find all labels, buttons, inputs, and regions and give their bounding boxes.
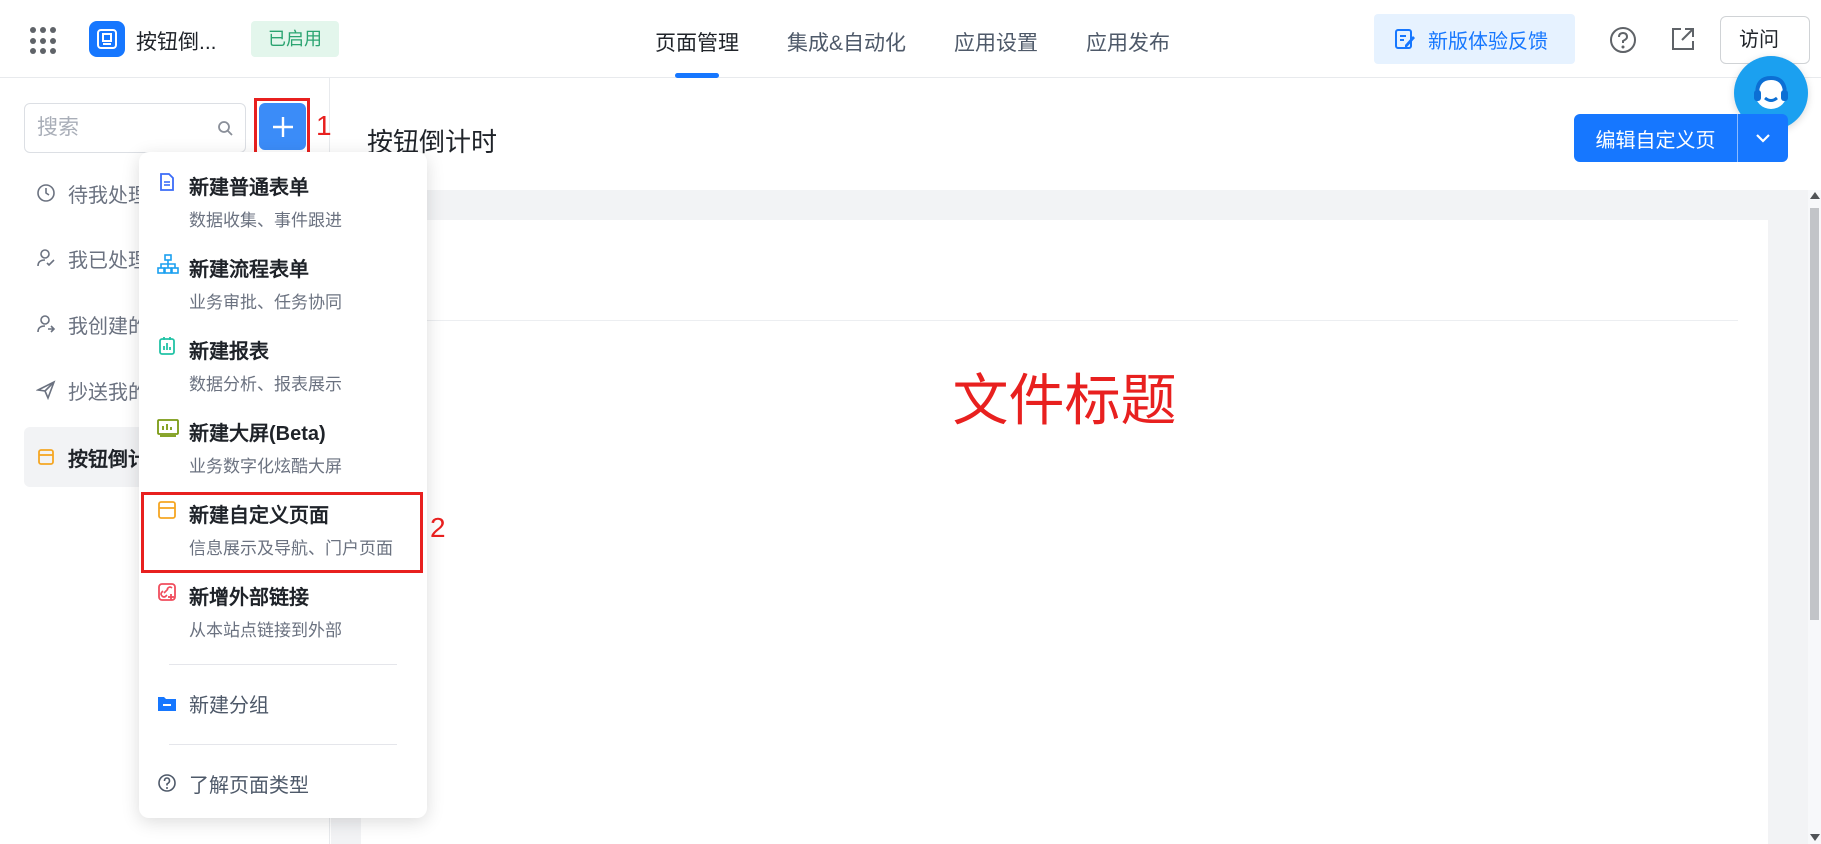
custom-page-icon bbox=[38, 449, 54, 465]
annotation-number-2: 2 bbox=[430, 512, 446, 543]
report-chart-icon bbox=[159, 337, 175, 355]
menu-item-desc: 数据分析、报表展示 bbox=[189, 375, 342, 394]
main-content: 按钮倒计时 编辑自定义页 文件标题 bbox=[331, 78, 1821, 844]
form-doc-icon bbox=[160, 173, 174, 191]
search-input[interactable] bbox=[25, 104, 205, 152]
paper-plane-icon bbox=[36, 380, 56, 400]
menu-item-title: 新增外部链接 bbox=[189, 587, 309, 609]
scroll-up-arrow-icon[interactable] bbox=[1810, 192, 1820, 199]
tab-integration-automation[interactable]: 集成&自动化 bbox=[787, 0, 906, 78]
edit-note-icon bbox=[1395, 29, 1415, 49]
menu-item-title: 新建普通表单 bbox=[189, 177, 309, 199]
menu-item-title: 新建报表 bbox=[189, 341, 269, 363]
menu-item-desc: 数据收集、事件跟进 bbox=[189, 211, 342, 230]
main-nav: 页面管理 集成&自动化 应用设置 应用发布 bbox=[655, 0, 1218, 78]
annotation-box-1 bbox=[254, 98, 310, 155]
menu-new-group-label: 新建分组 bbox=[189, 694, 269, 717]
help-circle-icon bbox=[158, 774, 176, 792]
menu-divider bbox=[169, 744, 397, 745]
search-box[interactable] bbox=[24, 103, 246, 153]
menu-item-title: 新建大屏(Beta) bbox=[189, 423, 326, 445]
menu-item-desc: 业务审批、任务协同 bbox=[189, 293, 342, 312]
open-external-icon[interactable] bbox=[1669, 25, 1697, 53]
scroll-down-arrow-icon[interactable] bbox=[1810, 834, 1820, 841]
external-link-icon bbox=[158, 583, 176, 601]
tab-app-publish[interactable]: 应用发布 bbox=[1086, 0, 1170, 78]
edit-custom-page-label[interactable]: 编辑自定义页 bbox=[1574, 114, 1738, 162]
app-name: 按钮倒... bbox=[136, 31, 217, 54]
annotation-number-1: 1 bbox=[316, 110, 332, 141]
tab-page-management[interactable]: 页面管理 bbox=[655, 0, 739, 78]
menu-learn-page-types-label: 了解页面类型 bbox=[189, 774, 309, 797]
menu-new-group[interactable]: 新建分组 bbox=[139, 678, 427, 728]
clock-icon bbox=[37, 184, 55, 202]
vertical-scrollbar[interactable] bbox=[1808, 190, 1821, 844]
search-icon bbox=[218, 121, 233, 136]
page-preview-area: 文件标题 bbox=[331, 190, 1811, 844]
menu-new-report[interactable]: 新建报表 数据分析、报表展示 bbox=[139, 316, 427, 396]
annotation-box-2 bbox=[141, 492, 423, 573]
menu-new-external-link[interactable]: 新增外部链接 从本站点链接到外部 bbox=[139, 562, 427, 642]
help-icon[interactable] bbox=[1609, 26, 1637, 54]
app-grid-icon[interactable] bbox=[30, 27, 58, 55]
page-preview-card: 文件标题 bbox=[361, 220, 1768, 844]
menu-item-desc: 业务数字化炫酷大屏 bbox=[189, 457, 342, 476]
app-logo-icon bbox=[89, 21, 125, 57]
feedback-button[interactable]: 新版体验反馈 bbox=[1374, 14, 1575, 64]
divider bbox=[391, 320, 1738, 321]
user-check-icon bbox=[37, 249, 55, 267]
menu-learn-page-types[interactable]: 了解页面类型 bbox=[139, 758, 427, 808]
feedback-label: 新版体验反馈 bbox=[1428, 30, 1548, 53]
menu-new-form[interactable]: 新建普通表单 数据收集、事件跟进 bbox=[139, 152, 427, 232]
sidebar-item-label: 我创建的 bbox=[68, 315, 148, 338]
user-arrow-icon bbox=[37, 315, 56, 333]
menu-item-title: 新建流程表单 bbox=[189, 259, 309, 281]
sidebar-item-label: 我已处理 bbox=[68, 249, 148, 272]
edit-custom-page-button: 编辑自定义页 bbox=[1574, 114, 1788, 162]
new-page-dropdown: 新建普通表单 数据收集、事件跟进 新建流程表单 业务审批、任务协同 新建报表 数… bbox=[139, 152, 427, 818]
folder-icon bbox=[158, 697, 176, 711]
sidebar-item-label: 抄送我的 bbox=[68, 381, 148, 404]
tab-app-settings[interactable]: 应用设置 bbox=[954, 0, 1038, 78]
menu-divider bbox=[169, 664, 397, 665]
status-badge: 已启用 bbox=[251, 21, 339, 57]
chevron-down-icon[interactable] bbox=[1738, 114, 1788, 162]
document-title: 文件标题 bbox=[952, 369, 1177, 432]
menu-new-big-screen[interactable]: 新建大屏(Beta) 业务数字化炫酷大屏 bbox=[139, 398, 427, 478]
menu-item-desc: 从本站点链接到外部 bbox=[189, 621, 342, 640]
sidebar-item-label: 待我处理 bbox=[68, 184, 148, 207]
flow-icon bbox=[157, 254, 179, 274]
top-bar: 按钮倒... 已启用 页面管理 集成&自动化 应用设置 应用发布 新版体验反馈 … bbox=[0, 0, 1821, 78]
scrollbar-thumb[interactable] bbox=[1810, 208, 1819, 620]
menu-new-process-form[interactable]: 新建流程表单 业务审批、任务协同 bbox=[139, 234, 427, 314]
dashboard-screen-icon bbox=[157, 419, 179, 437]
